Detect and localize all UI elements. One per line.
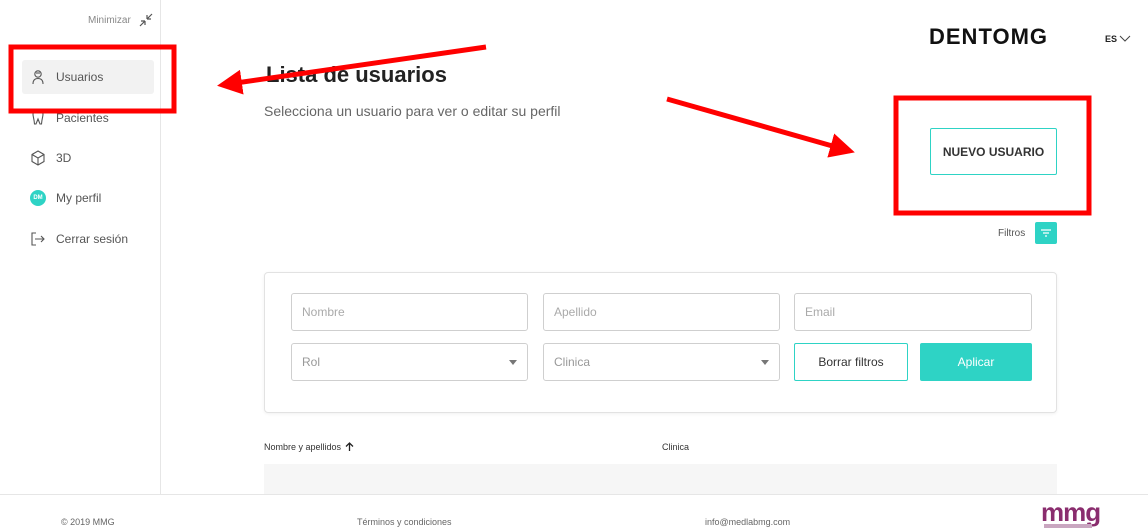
email-input[interactable] — [794, 293, 1032, 331]
table-row[interactable] — [264, 464, 1057, 494]
brand-logo: DENTOMG — [929, 24, 1049, 49]
column-header-label: Nombre y apellidos — [264, 442, 342, 452]
new-user-button[interactable]: NUEVO USUARIO — [930, 128, 1057, 175]
language-label: ES — [1105, 34, 1118, 44]
apply-button[interactable]: Aplicar — [920, 343, 1032, 381]
filters-label: Filtros — [998, 228, 1026, 239]
language-selector[interactable]: ES — [1105, 34, 1131, 44]
sidebar-item-my-perfil[interactable]: DM My perfil — [30, 190, 101, 206]
rol-select[interactable]: Rol — [291, 343, 528, 381]
annotation-overlay — [8, 44, 1092, 216]
cube-icon — [31, 150, 45, 166]
logout-icon — [31, 232, 45, 246]
footer: © 2019 MMG Términos y condiciones info@m… — [0, 494, 1148, 532]
nombre-input[interactable] — [291, 293, 528, 331]
clinica-select-value: Clinica — [554, 355, 591, 369]
rol-select-value: Rol — [302, 355, 321, 369]
filter-icon — [1041, 229, 1051, 237]
avatar: DM — [30, 190, 46, 206]
collapse-icon — [139, 13, 153, 27]
sidebar-item-3d[interactable]: 3D — [30, 150, 71, 166]
page-title: Lista de usuarios — [266, 62, 447, 87]
sidebar-item-cerrar-sesion[interactable]: Cerrar sesión — [30, 231, 128, 247]
annotation-arrow-right — [666, 96, 855, 158]
sidebar-item-pacientes[interactable]: Pacientes — [30, 110, 109, 126]
caret-down-icon — [761, 359, 769, 365]
clinica-select[interactable]: Clinica — [543, 343, 780, 381]
column-header-name[interactable]: Nombre y apellidos — [264, 442, 354, 452]
minimize-button[interactable]: Minimizar — [88, 13, 153, 27]
chevron-down-icon — [1119, 35, 1131, 42]
sidebar-item-label: My perfil — [56, 191, 102, 205]
sidebar-item-label: Usuarios — [56, 70, 104, 84]
sidebar-item-label: Pacientes — [56, 111, 109, 125]
copyright-text: © 2019 MMG — [61, 517, 115, 527]
filters-toggle-button[interactable] — [1035, 222, 1057, 244]
page-subtitle: Selecciona un usuario para ver o editar … — [264, 103, 561, 119]
logo-tagline-bar — [1044, 524, 1092, 528]
caret-down-icon — [509, 359, 517, 365]
tooth-icon — [32, 111, 44, 125]
user-icon — [32, 70, 44, 85]
clear-filters-button[interactable]: Borrar filtros — [794, 343, 908, 381]
terms-link[interactable]: Términos y condiciones — [357, 517, 452, 527]
sidebar: Minimizar Usuarios Pacientes 3D DM My pe… — [0, 0, 161, 494]
sort-arrow-up-icon — [345, 442, 354, 451]
apellido-input[interactable] — [543, 293, 780, 331]
sidebar-item-label: 3D — [56, 151, 72, 165]
sidebar-item-label: Cerrar sesión — [56, 232, 129, 246]
sidebar-item-usuarios[interactable]: Usuarios — [22, 60, 154, 94]
minimize-label: Minimizar — [88, 14, 131, 26]
email-link[interactable]: info@medlabmg.com — [705, 517, 790, 527]
filter-panel: Rol Clinica Borrar filtros Aplicar — [264, 272, 1057, 413]
column-header-clinic[interactable]: Clinica — [662, 442, 689, 452]
